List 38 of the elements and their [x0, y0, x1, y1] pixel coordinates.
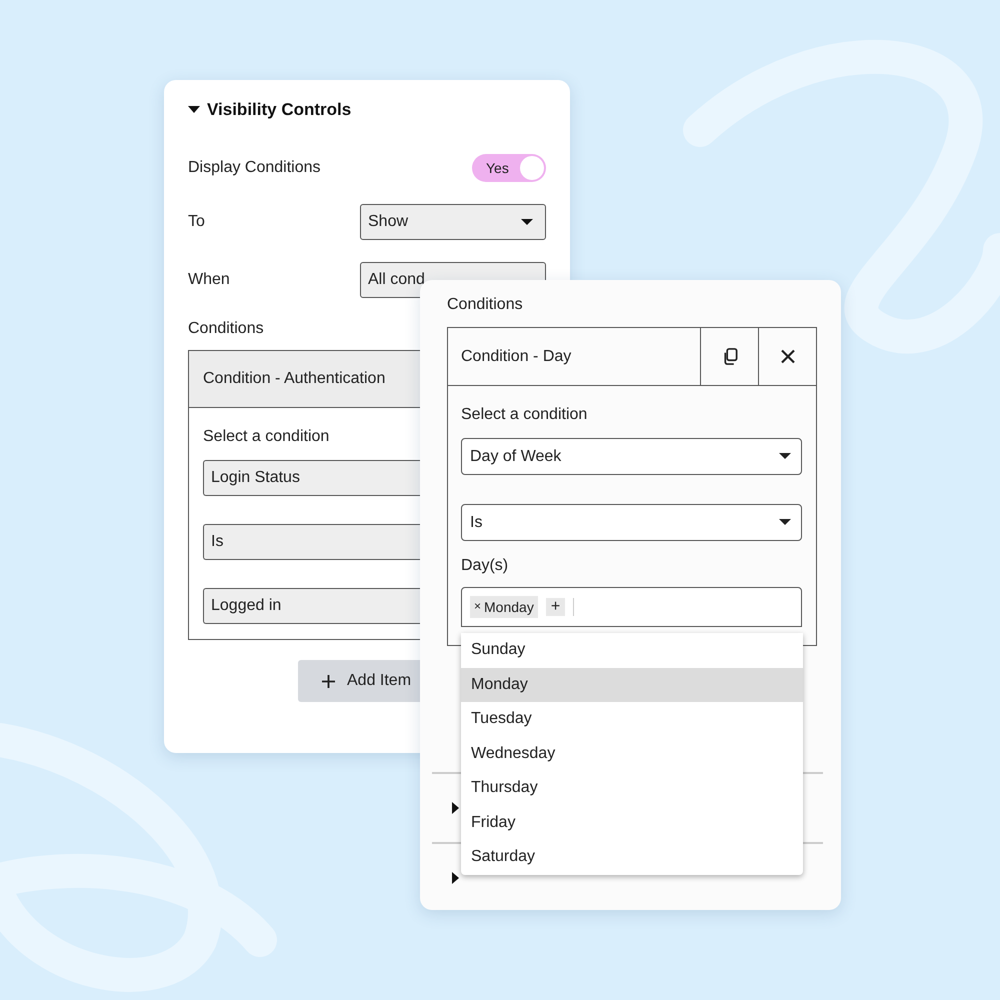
dropdown-option[interactable]: Thursday	[461, 771, 803, 806]
section-label: Conditions	[447, 296, 524, 314]
select-field[interactable]: Is	[203, 524, 421, 560]
select-field[interactable]: Is	[461, 504, 802, 541]
caret-down-icon	[521, 218, 533, 226]
field-label: Display Conditions	[188, 159, 321, 177]
select-field[interactable]: Logged in	[203, 588, 421, 624]
field-label: Select a condition	[461, 406, 588, 424]
dropdown-option[interactable]: Saturday	[461, 840, 803, 874]
caret-right-icon[interactable]	[452, 802, 459, 814]
condition-header[interactable]: Condition - Authentication	[189, 351, 421, 408]
copy-icon[interactable]	[722, 348, 738, 365]
dropdown-option[interactable]: Sunday	[461, 633, 803, 668]
caret-down-icon[interactable]	[188, 106, 200, 114]
select-field[interactable]: Day of Week	[461, 438, 802, 475]
add-item-button[interactable]: Add Item	[298, 660, 420, 702]
caret-down-icon	[779, 453, 791, 460]
toggle-switch[interactable]: Yes	[472, 154, 546, 182]
dropdown-option[interactable]: Tuesday	[461, 702, 803, 736]
condition-header[interactable]: Condition - Day	[448, 328, 700, 385]
dropdown-option[interactable]: Wednesday	[461, 736, 803, 771]
field-label: When	[188, 271, 230, 289]
field-label: Day(s)	[461, 557, 510, 575]
section-label: Conditions	[188, 320, 265, 338]
tag-input-field[interactable]: × Monday +	[461, 587, 802, 627]
panel-title: Visibility Controls	[207, 100, 352, 120]
caret-right-icon[interactable]	[452, 872, 459, 884]
plus-icon	[322, 674, 335, 688]
add-tag-button[interactable]: +	[546, 598, 566, 616]
select-field[interactable]: Show	[360, 204, 546, 240]
field-label: To	[188, 213, 205, 231]
caret-down-icon	[779, 519, 791, 526]
dropdown-option[interactable]: Monday	[461, 668, 803, 702]
field-label: Select a condition	[203, 428, 330, 446]
close-icon[interactable]	[780, 348, 796, 365]
select-field[interactable]: Login Status	[203, 460, 421, 496]
dropdown-option[interactable]: Friday	[461, 806, 803, 840]
day-tag[interactable]: × Monday	[470, 596, 538, 618]
